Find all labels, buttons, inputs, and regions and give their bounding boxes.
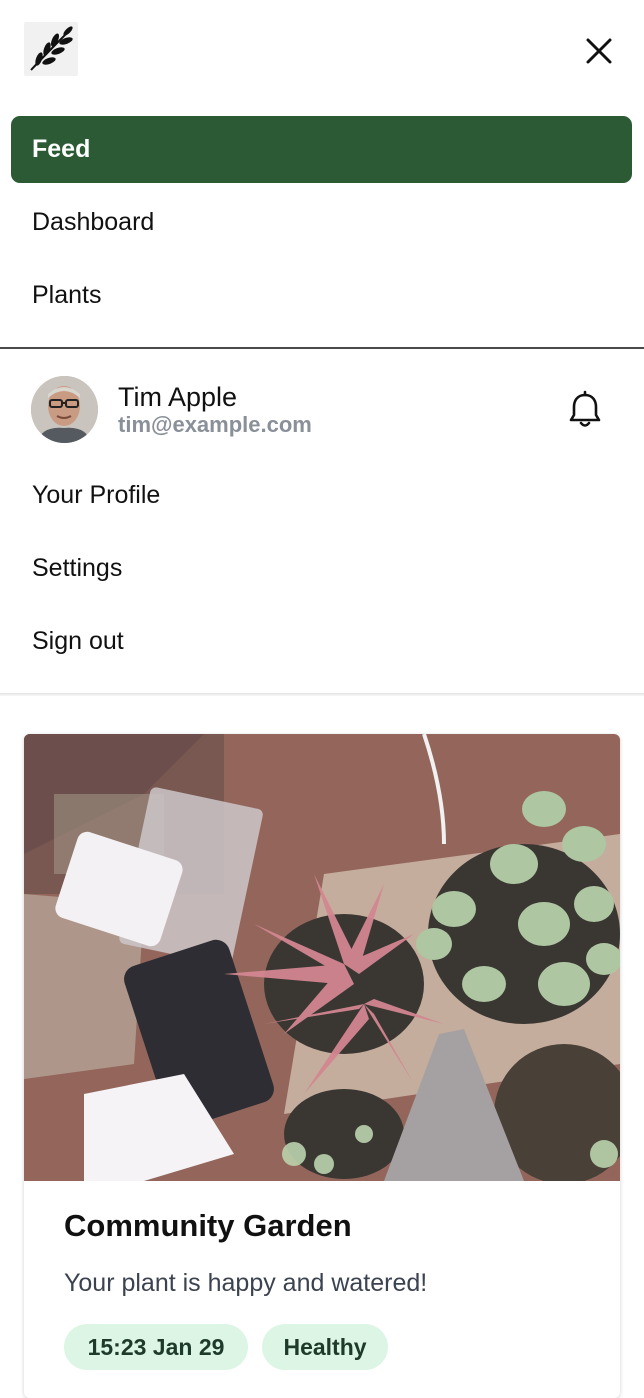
bell-icon (569, 390, 601, 427)
close-menu-button[interactable] (578, 30, 620, 72)
nav-item-label: Plants (32, 281, 102, 309)
user-name: Tim Apple (118, 382, 238, 412)
plant-photo (24, 734, 620, 1184)
status-badge: Healthy (262, 1324, 388, 1370)
nav-item-label: Feed (32, 135, 91, 163)
feed-card[interactable]: Community Garden Your plant is happy and… (24, 734, 620, 1398)
card-message: Your plant is happy and watered! (64, 1269, 428, 1297)
notifications-button[interactable] (566, 390, 604, 430)
nav-item-dashboard[interactable]: Dashboard (11, 189, 632, 256)
user-email: tim@example.com (118, 412, 312, 437)
nav-item-label: Dashboard (32, 208, 155, 236)
nav-item-feed[interactable]: Feed (11, 116, 632, 183)
menu-item-sign-out[interactable]: Sign out (32, 627, 124, 656)
close-icon (586, 38, 612, 64)
nav-item-plants[interactable]: Plants (11, 262, 632, 329)
mobile-menu-header (0, 0, 644, 100)
timestamp-badge: 15:23 Jan 29 (64, 1324, 248, 1370)
menu-bottom-edge (0, 693, 644, 696)
card-title: Community Garden (64, 1208, 352, 1243)
user-info: Tim Apple tim@example.com (0, 374, 644, 444)
nav-divider (0, 347, 644, 349)
menu-item-your-profile[interactable]: Your Profile (32, 481, 160, 510)
leaf-logo-icon[interactable] (24, 22, 78, 76)
avatar[interactable] (31, 376, 98, 443)
menu-item-settings[interactable]: Settings (32, 554, 122, 583)
